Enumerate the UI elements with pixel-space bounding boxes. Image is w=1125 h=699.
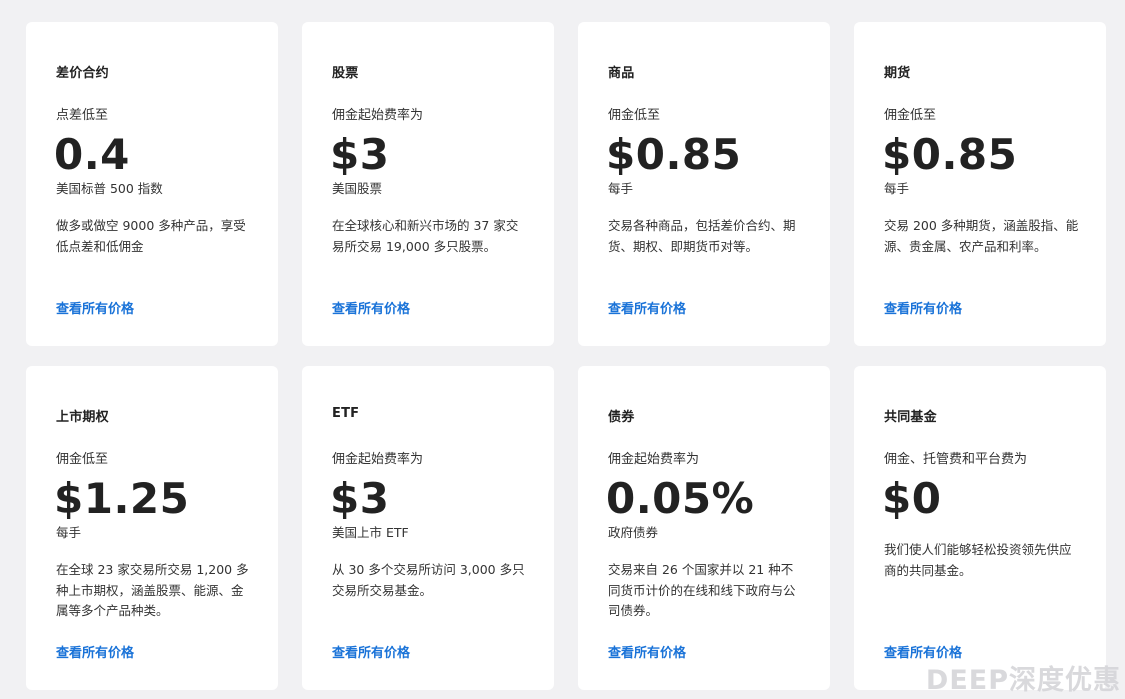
card-description: 交易 200 多种期货，涵盖股指、能源、贵金属、农产品和利率。 xyxy=(884,218,1079,254)
card-subtitle: 佣金起始费率为 xyxy=(332,108,424,123)
card-title: 上市期权 xyxy=(56,410,109,425)
card-mutual-funds: 共同基金 佣金、托管费和平台费为 $0 我们使人们能够轻松投资领先供应商的共同基… xyxy=(854,366,1106,690)
card-subtitle: 佣金低至 xyxy=(884,108,937,123)
card-price: 0.4 xyxy=(54,130,130,179)
watermark-text: DEEP深度优惠 xyxy=(925,665,1121,696)
view-all-prices-link[interactable]: 查看所有价格 xyxy=(608,642,686,661)
card-unit: 美国上市 ETF xyxy=(332,525,409,540)
card-bonds: 债券 佣金起始费率为 0.05% 政府债券 交易来自 26 个国家并以 21 种… xyxy=(578,366,830,690)
view-all-prices-link[interactable]: 查看所有价格 xyxy=(56,642,134,661)
card-price: $0.85 xyxy=(882,130,1018,179)
card-title: 债券 xyxy=(608,410,635,425)
card-cfd: 差价合约 点差低至 0.4 美国标普 500 指数 做多或做空 9000 多种产… xyxy=(26,22,278,346)
view-all-prices-link[interactable]: 查看所有价格 xyxy=(56,298,134,317)
card-title: 期货 xyxy=(884,66,911,81)
card-description: 从 30 多个交易所访问 3,000 多只交易所交易基金。 xyxy=(332,562,525,598)
card-subtitle: 佣金起始费率为 xyxy=(332,452,424,467)
card-title: ETF xyxy=(332,406,360,421)
card-title: 商品 xyxy=(608,66,635,81)
card-description: 我们使人们能够轻松投资领先供应商的共同基金。 xyxy=(884,542,1072,578)
card-listed-options: 上市期权 佣金低至 $1.25 每手 在全球 23 家交易所交易 1,200 多… xyxy=(26,366,278,690)
view-all-prices-link[interactable]: 查看所有价格 xyxy=(332,298,410,317)
card-description: 在全球 23 家交易所交易 1,200 多种上市期权，涵盖股票、能源、金属等多个… xyxy=(56,562,249,618)
card-stocks: 股票 佣金起始费率为 $3 美国股票 在全球核心和新兴市场的 37 家交易所交易… xyxy=(302,22,554,346)
card-unit: 美国标普 500 指数 xyxy=(56,181,163,196)
card-commodities: 商品 佣金低至 $0.85 每手 交易各种商品，包括差价合约、期货、期权、即期货… xyxy=(578,22,830,346)
card-subtitle: 佣金低至 xyxy=(56,452,109,467)
view-all-prices-link[interactable]: 查看所有价格 xyxy=(332,642,410,661)
card-title: 共同基金 xyxy=(884,410,937,425)
card-subtitle: 点差低至 xyxy=(56,108,109,123)
card-unit: 政府债券 xyxy=(608,525,659,540)
card-price: $3 xyxy=(330,130,390,179)
card-description: 交易各种商品，包括差价合约、期货、期权、即期货币对等。 xyxy=(608,218,796,254)
card-etf: ETF 佣金起始费率为 $3 美国上市 ETF 从 30 多个交易所访问 3,0… xyxy=(302,366,554,690)
card-subtitle: 佣金、托管费和平台费为 xyxy=(884,452,1028,467)
card-price: $3 xyxy=(330,474,390,523)
card-price: $0.85 xyxy=(606,130,742,179)
card-description: 在全球核心和新兴市场的 37 家交易所交易 19,000 多只股票。 xyxy=(332,218,519,254)
card-title: 差价合约 xyxy=(56,66,109,81)
view-all-prices-link[interactable]: 查看所有价格 xyxy=(608,298,686,317)
card-price: 0.05% xyxy=(606,474,755,523)
card-description: 做多或做空 9000 多种产品，享受低点差和低佣金 xyxy=(56,218,246,254)
card-subtitle: 佣金起始费率为 xyxy=(608,452,700,467)
product-pricing-grid: 差价合约 点差低至 0.4 美国标普 500 指数 做多或做空 9000 多种产… xyxy=(26,22,1106,690)
card-unit: 每手 xyxy=(56,525,82,540)
card-description: 交易来自 26 个国家并以 21 种不同货币计价的在线和线下政府与公司债券。 xyxy=(608,562,796,618)
view-all-prices-link[interactable]: 查看所有价格 xyxy=(884,298,962,317)
card-title: 股票 xyxy=(332,66,359,81)
card-subtitle: 佣金低至 xyxy=(608,108,661,123)
card-futures: 期货 佣金低至 $0.85 每手 交易 200 多种期货，涵盖股指、能源、贵金属… xyxy=(854,22,1106,346)
card-unit: 美国股票 xyxy=(332,181,383,196)
card-unit: 每手 xyxy=(884,181,910,196)
card-price: $0 xyxy=(882,474,942,523)
card-unit: 每手 xyxy=(608,181,634,196)
card-price: $1.25 xyxy=(54,474,190,523)
